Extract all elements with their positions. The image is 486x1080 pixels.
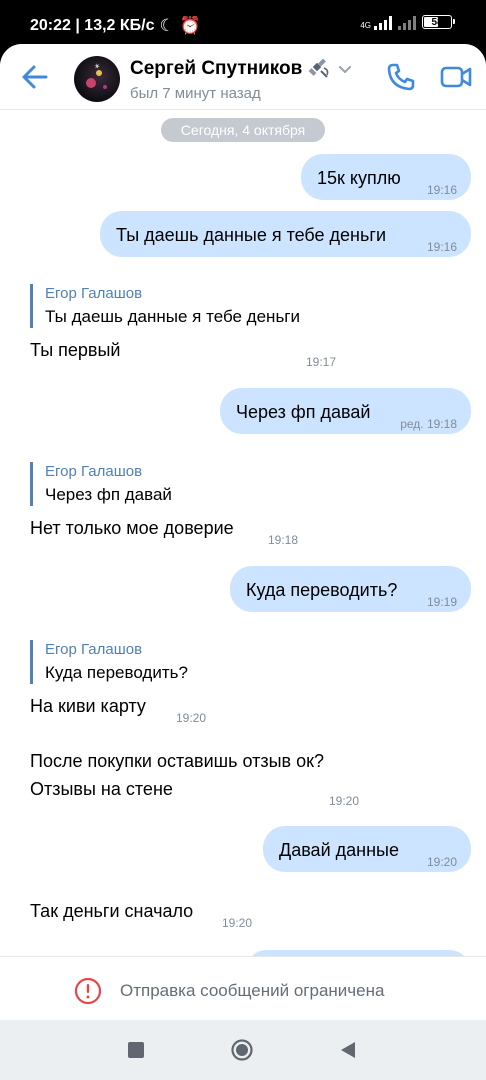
home-icon[interactable] [231, 1039, 253, 1061]
recent-apps-icon[interactable] [128, 1042, 144, 1058]
outgoing-message[interactable]: Ты даешь данные я тебе деньги 19:16 [100, 211, 471, 257]
reply-quote[interactable]: Егор Галашов Куда переводить? [30, 640, 188, 684]
date-separator: Сегодня, 4 октября [161, 118, 325, 142]
phone-icon[interactable] [386, 62, 416, 92]
reply-author: Егор Галашов [45, 641, 143, 658]
video-camera-icon[interactable] [440, 62, 472, 92]
moon-icon: ☾ [159, 16, 175, 35]
status-right: 4G 58 [360, 14, 455, 30]
reply-text: Через фп давай [45, 485, 172, 504]
message-text: Ты первый [30, 340, 121, 360]
message-text: Нет только мое доверие [30, 518, 234, 538]
back-nav-icon[interactable] [340, 1041, 356, 1059]
chevron-down-icon[interactable] [338, 62, 352, 76]
message-text-line-2: Отзывы на стене [30, 779, 173, 799]
message-time: 19:16 [426, 183, 457, 197]
message-text: Куда переводить? [246, 580, 398, 600]
contact-title[interactable]: Сергей Спутников [130, 58, 352, 80]
battery-level: 58 [431, 16, 443, 28]
incoming-message[interactable]: Егор Галашов Через фп давай Нет только м… [30, 462, 320, 547]
message-time: 19:16 [426, 240, 457, 254]
incoming-message[interactable]: Егор Галашов Ты даешь данные я тебе день… [30, 284, 350, 369]
message-time: 19:18 [268, 533, 299, 547]
chat-header: ✶ Сергей Спутников был 7 минут назад [0, 44, 486, 110]
message-time: 19:20 [176, 711, 207, 725]
restricted-notice-bar: Отправка сообщений ограничена [0, 956, 486, 1020]
message-text: Так деньги сначало [30, 901, 194, 921]
message-text: 15к куплю [317, 168, 401, 188]
incoming-message[interactable]: Так деньги сначало 19:20 [30, 900, 270, 930]
message-text: Ты даешь данные я тебе деньги [116, 225, 386, 245]
contact-name: Сергей Спутников [130, 58, 303, 79]
message-text: На киви карту [30, 696, 146, 716]
outgoing-message[interactable]: Через фп давай ред. 19:18 [220, 388, 471, 434]
message-time: 19:20 [329, 794, 360, 808]
incoming-message[interactable]: После покупки оставишь отзыв ок? Отзывы … [30, 750, 370, 808]
message-time: ред. 19:18 [400, 417, 457, 431]
satellite-icon [308, 58, 329, 78]
reply-quote[interactable]: Егор Галашов Через фп давай [30, 462, 172, 506]
message-time: 19:19 [426, 595, 457, 609]
outgoing-message[interactable]: 15к куплю 19:16 [301, 154, 471, 200]
status-time-data: 20:22 | 13,2 КБ/с [30, 17, 155, 34]
battery-icon: 58 [422, 15, 455, 29]
status-bar: 20:22 | 13,2 КБ/с ☾ ⏰ 4G 58 [0, 0, 486, 44]
back-arrow-icon[interactable] [20, 62, 50, 92]
message-text: Давай данные [279, 840, 399, 860]
message-time: 19:20 [222, 916, 253, 930]
restricted-notice-text: Отправка сообщений ограничена [120, 981, 385, 1000]
outgoing-message[interactable]: Куда переводить? 19:19 [230, 566, 471, 612]
reply-text: Ты даешь данные я тебе деньги [45, 307, 300, 326]
system-nav-bar [0, 1020, 486, 1080]
outgoing-message[interactable]: Давай данные 19:20 [263, 826, 471, 872]
incoming-message[interactable]: Егор Галашов Куда переводить? На киви ка… [30, 640, 250, 725]
signal-icon-2 [398, 14, 416, 30]
avatar[interactable]: ✶ [74, 56, 120, 102]
reply-author: Егор Галашов [45, 463, 143, 480]
alarm-icon: ⏰ [179, 16, 201, 35]
message-time: 19:20 [426, 855, 457, 869]
warning-icon [74, 977, 102, 1005]
message-time: 19:17 [306, 355, 337, 369]
reply-quote[interactable]: Егор Галашов Ты даешь данные я тебе день… [30, 284, 300, 328]
status-left: 20:22 | 13,2 КБ/с ☾ ⏰ [30, 16, 201, 36]
message-text: Через фп давай [236, 402, 371, 422]
reply-text: Куда переводить? [45, 663, 188, 682]
reply-author: Егор Галашов [45, 285, 143, 302]
network-type: 4G [360, 21, 371, 30]
chat-screen: ✶ Сергей Спутников был 7 минут назад Сег… [0, 44, 486, 1020]
message-text-line-1: После покупки оставишь отзыв ок? [30, 751, 324, 771]
signal-icon: 4G [360, 14, 392, 30]
last-seen: был 7 минут назад [130, 85, 261, 102]
